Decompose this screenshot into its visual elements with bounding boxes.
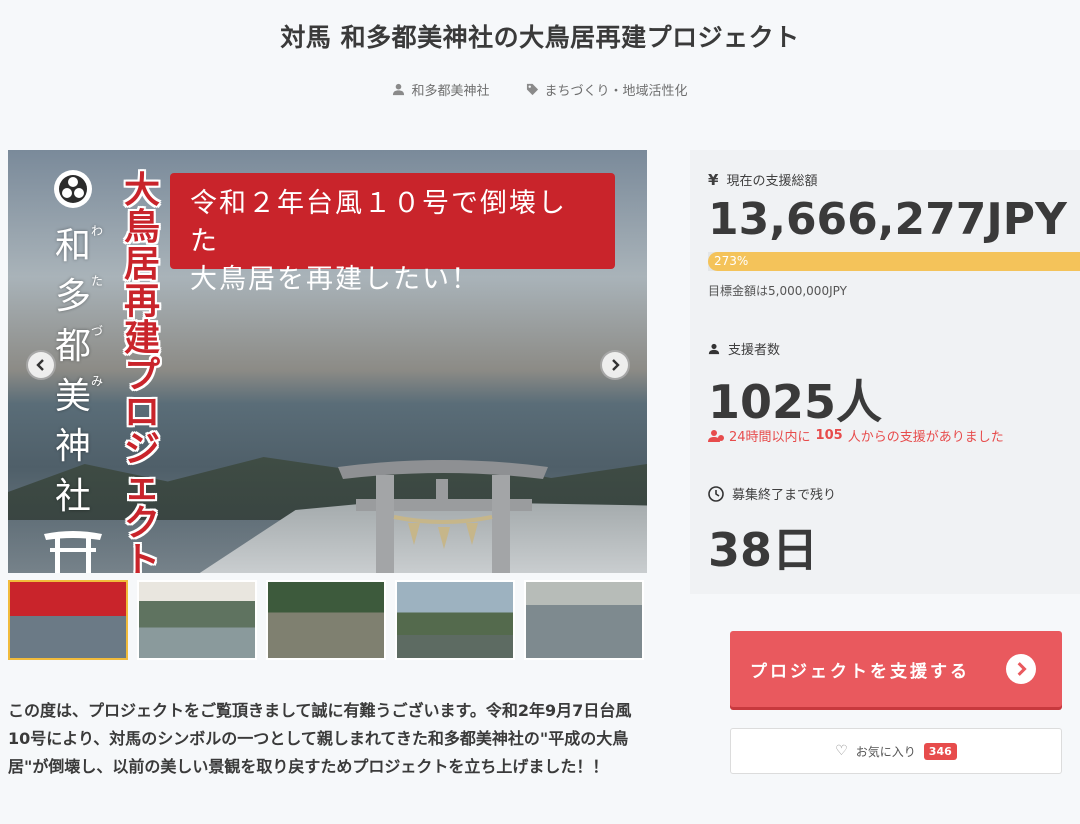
yen-icon: ¥	[708, 170, 719, 189]
supporters-count: 1025人	[708, 375, 883, 429]
vertical-char: 大	[123, 169, 160, 211]
vertical-char: ジ	[123, 428, 160, 470]
vertical-char: 建	[123, 317, 160, 359]
vertical-char: 都づ	[54, 324, 104, 367]
progress-fill: 273%	[708, 252, 1080, 271]
total-amount: 13,666,277JPY	[708, 194, 1067, 245]
supporters-label-text: 支援者数	[728, 343, 781, 358]
vertical-char: ェ	[123, 465, 160, 507]
support-project-button[interactable]: プロジェクトを支援する	[730, 631, 1062, 707]
chevron-right-icon	[612, 359, 620, 371]
thumbnail-3[interactable]	[266, 580, 386, 660]
clock-icon	[708, 485, 724, 502]
owner-link[interactable]: 和多都美神社	[392, 80, 490, 99]
user-plus-icon	[708, 430, 724, 442]
category-name: まちづくり・地域活性化	[544, 84, 688, 99]
remaining-days: 38日	[708, 523, 819, 577]
favorite-label: お気に入り	[855, 744, 916, 759]
thumbnail-2[interactable]	[137, 580, 257, 660]
support-button-label: プロジェクトを支援する	[750, 661, 970, 682]
banner-line-1: 令和２年台風１０号で倒壊した	[190, 188, 567, 257]
funding-progress-bar: 273%	[708, 252, 1080, 271]
total-label: ¥ 現在の支援総額	[708, 170, 818, 190]
ruby-char: わ	[91, 224, 104, 238]
chevron-circle-right-icon	[1006, 654, 1036, 684]
project-meta: 和多都美神社 まちづくり・地域活性化	[0, 80, 1080, 99]
stats-panel: ¥ 現在の支援総額 13,666,277JPY 273% 目標金額は5,000,…	[690, 150, 1080, 594]
project-vertical-title: 大鳥居再建プロジェクト	[118, 169, 166, 574]
supporters-label: 支援者数	[708, 339, 780, 358]
hero-banner: 令和２年台風１０号で倒壊した 大鳥居を再建したい！	[170, 173, 615, 295]
vertical-char: 再	[123, 280, 160, 322]
favorite-count-badge: 346	[923, 742, 957, 760]
goal-amount: 目標金額は5,000,000JPY	[708, 284, 847, 298]
ruby-char: み	[91, 374, 104, 388]
thumbnail-1[interactable]	[8, 580, 128, 660]
vertical-char: ト	[123, 539, 160, 574]
tag-icon	[526, 83, 538, 96]
chevron-left-icon	[36, 359, 44, 371]
torii-gate-image	[338, 460, 548, 573]
user-icon	[393, 83, 405, 96]
vertical-char: 神	[54, 426, 91, 467]
thumbnail-strip	[8, 580, 647, 664]
main-image: 和わ多た都づ美み神社 大鳥居再建プロジェクト 令和２年台風１０号で倒壊した 大鳥…	[8, 150, 647, 573]
recent-prefix: 24時間以内に	[729, 430, 811, 445]
shrine-name-vertical: 和わ多た都づ美み神社	[54, 222, 104, 522]
next-slide-button[interactable]	[600, 350, 630, 380]
recent-support-note: 24時間以内に 105 人からの支援がありました	[708, 426, 1004, 445]
thumbnail-4[interactable]	[395, 580, 515, 660]
torii-logo-icon	[44, 531, 102, 573]
shrine-name-text: 和わ多た都づ美み神社	[54, 222, 104, 522]
recent-count: 105	[815, 428, 843, 443]
recent-suffix: 人からの支援がありました	[847, 430, 1004, 445]
category-link[interactable]: まちづくり・地域活性化	[526, 80, 688, 99]
vertical-char: 社	[54, 476, 91, 517]
remaining-label: 募集終了まで残り	[708, 484, 836, 503]
ruby-char: づ	[91, 324, 104, 338]
owner-name: 和多都美神社	[411, 84, 490, 99]
vertical-char: 居	[123, 243, 160, 285]
heart-icon: ♡	[835, 743, 848, 759]
total-label-text: 現在の支援総額	[726, 174, 818, 189]
vertical-char: ク	[123, 502, 160, 544]
vertical-char: 美み	[54, 374, 104, 417]
vertical-char: ロ	[123, 391, 160, 433]
project-description: この度は、プロジェクトをご覧頂きまして誠に有難うございます。令和2年9月7日台風…	[8, 701, 632, 776]
page-title: 対馬 和多都美神社の大鳥居再建プロジェクト	[280, 23, 800, 52]
vertical-char: 和わ	[54, 224, 104, 267]
vertical-char: 多た	[54, 274, 104, 317]
mitsudomoe-emblem-icon	[54, 170, 92, 208]
favorite-button[interactable]: ♡ お気に入り 346	[730, 728, 1062, 774]
prev-slide-button[interactable]	[26, 350, 56, 380]
vertical-char: プ	[123, 354, 160, 396]
person-icon	[708, 343, 720, 354]
remaining-label-text: 募集終了まで残り	[732, 488, 837, 503]
banner-line-2: 大鳥居を再建したい！	[190, 264, 480, 295]
thumbnail-5[interactable]	[524, 580, 644, 660]
vertical-char: 鳥	[123, 206, 160, 248]
ruby-char: た	[91, 274, 104, 288]
